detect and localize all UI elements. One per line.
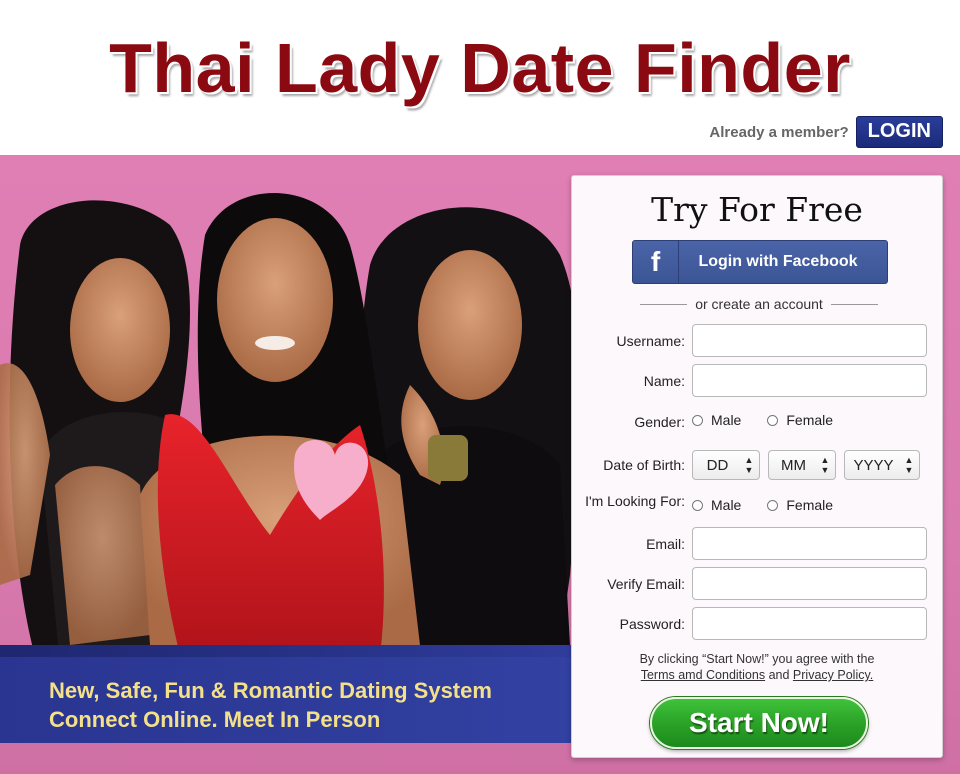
select-arrows-icon: ▲ ▼ [904, 455, 914, 475]
privacy-link[interactable]: Privacy Policy. [793, 668, 873, 682]
password-row: Password: [572, 607, 942, 641]
form-title: Try For Free [651, 190, 863, 229]
terms-links-line: Terms amd Conditions and Privacy Policy. [572, 667, 942, 683]
gender-label: Gender: [634, 414, 685, 430]
username-input[interactable] [692, 324, 927, 357]
looking-for-label: I'm Looking For: [585, 493, 685, 509]
verify-email-label: Verify Email: [607, 576, 685, 592]
facebook-login-label: Login with Facebook [698, 253, 858, 270]
site-title: Thai Lady Date Finder [109, 29, 851, 107]
gender-male-label: Male [711, 412, 742, 428]
username-label: Username: [616, 333, 685, 349]
dob-year-select[interactable]: YYYY ▲ ▼ [844, 450, 920, 480]
gender-female-label: Female [786, 412, 834, 428]
tagline-line-1: New, Safe, Fun & Romantic Dating System [49, 678, 492, 703]
divider-line-right [830, 303, 879, 305]
gender-row: Gender: Male Female [572, 408, 942, 442]
hero-section: New, Safe, Fun & Romantic Dating System … [0, 155, 960, 774]
looking-for-female-label: Female [786, 497, 834, 513]
email-label: Email: [646, 536, 685, 552]
gender-radio-group: Male Female [692, 412, 833, 428]
select-arrows-icon: ▲ ▼ [820, 455, 830, 475]
password-input[interactable] [692, 607, 927, 640]
member-prompt: Already a member? [709, 123, 849, 141]
terms-link[interactable]: Terms amd Conditions [641, 668, 765, 682]
name-label: Name: [643, 373, 685, 389]
looking-for-male-radio[interactable] [692, 499, 703, 511]
dob-day-select[interactable]: DD ▲ ▼ [692, 450, 760, 480]
divider-line-left [640, 303, 688, 305]
email-row: Email: [572, 527, 942, 561]
terms-notice: By clicking “Start Now!” you agree with … [572, 651, 942, 683]
or-divider: or create an account [640, 296, 879, 312]
dob-row: Date of Birth: DD ▲ ▼ MM ▲ ▼ YYYY ▲ ▼ [572, 450, 942, 484]
tagline: New, Safe, Fun & Romantic Dating System … [49, 676, 492, 734]
name-input[interactable] [692, 364, 927, 397]
dob-month-select[interactable]: MM ▲ ▼ [768, 450, 836, 480]
divider-text: or create an account [695, 296, 823, 312]
looking-for-female-radio[interactable] [767, 499, 779, 511]
gender-female-radio[interactable] [767, 414, 779, 426]
email-input[interactable] [692, 527, 927, 560]
member-login-row: Already a member? LOGIN [709, 116, 943, 148]
facebook-icon: f [633, 241, 679, 283]
username-row: Username: [572, 324, 942, 358]
looking-for-radio-group: Male Female [692, 497, 833, 513]
facebook-login-button[interactable]: f Login with Facebook [632, 240, 888, 284]
start-now-label: Start Now! [689, 707, 829, 738]
login-button[interactable]: LOGIN [855, 116, 943, 148]
dob-month-value: MM [781, 456, 806, 474]
dob-year-value: YYYY [853, 456, 894, 474]
start-now-button[interactable]: Start Now! [650, 697, 868, 749]
terms-prefix: By clicking “Start Now!” you agree with … [639, 652, 875, 666]
looking-for-row: I'm Looking For: Male Female [572, 488, 942, 522]
password-label: Password: [619, 616, 685, 632]
dob-label: Date of Birth: [603, 457, 685, 473]
verify-email-input[interactable] [692, 567, 927, 600]
verify-email-row: Verify Email: [572, 567, 942, 601]
select-arrows-icon: ▲ ▼ [744, 455, 754, 475]
dob-day-value: DD [706, 456, 729, 474]
terms-and: and [768, 668, 790, 682]
signup-form-panel: Try For Free f Login with Facebook or cr… [571, 175, 943, 758]
looking-for-male-label: Male [711, 497, 742, 513]
name-row: Name: [572, 364, 942, 398]
tagline-line-2: Connect Online. Meet In Person [49, 707, 381, 732]
gender-male-radio[interactable] [692, 414, 703, 426]
site-header: Thai Lady Date Finder Already a member? … [0, 0, 960, 155]
